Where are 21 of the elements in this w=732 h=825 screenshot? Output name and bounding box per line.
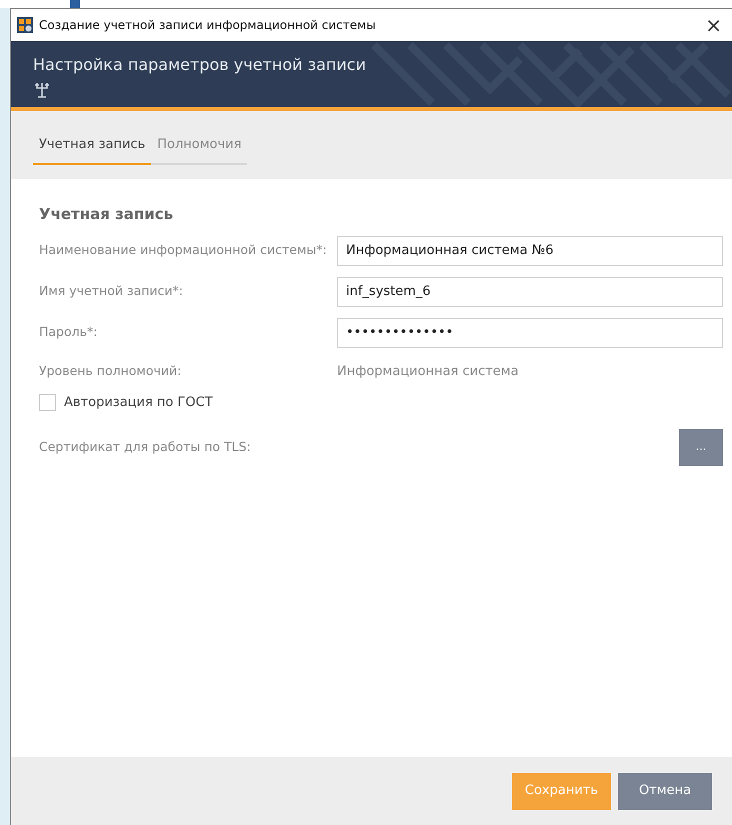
window-title: Создание учетной записи информационной системы xyxy=(39,17,376,34)
field-value: Информационная система xyxy=(337,362,519,381)
tab[interactable]: Учетная запись xyxy=(33,131,152,164)
checkbox[interactable] xyxy=(39,394,56,411)
field-label: Сертификат для работы по TLS: xyxy=(39,438,252,456)
cancel-button[interactable]: Отмена xyxy=(618,772,712,810)
close-button[interactable]: × xyxy=(701,15,726,35)
field-label: Уровень полномочий: xyxy=(39,362,182,380)
network-icon xyxy=(33,81,51,99)
header-title: Настройка параметров учетной записи xyxy=(33,54,367,76)
browse-button[interactable]: ... xyxy=(679,428,723,466)
field-label: Пароль*: xyxy=(39,323,98,342)
checkbox-label: Авторизация по ГОСТ xyxy=(64,394,213,412)
background-window-edge xyxy=(70,0,80,8)
app-icon xyxy=(17,17,33,33)
section-title: Учетная запись xyxy=(39,204,174,225)
input-field[interactable]: •••••••••••••• xyxy=(337,318,723,348)
input-field[interactable]: inf_system_6 xyxy=(337,276,723,306)
field-label: Имя учетной записи*: xyxy=(39,282,184,300)
input-field[interactable]: Информационная система №6 xyxy=(337,236,723,266)
field-label: Наименование информационной системы*: xyxy=(39,241,328,260)
